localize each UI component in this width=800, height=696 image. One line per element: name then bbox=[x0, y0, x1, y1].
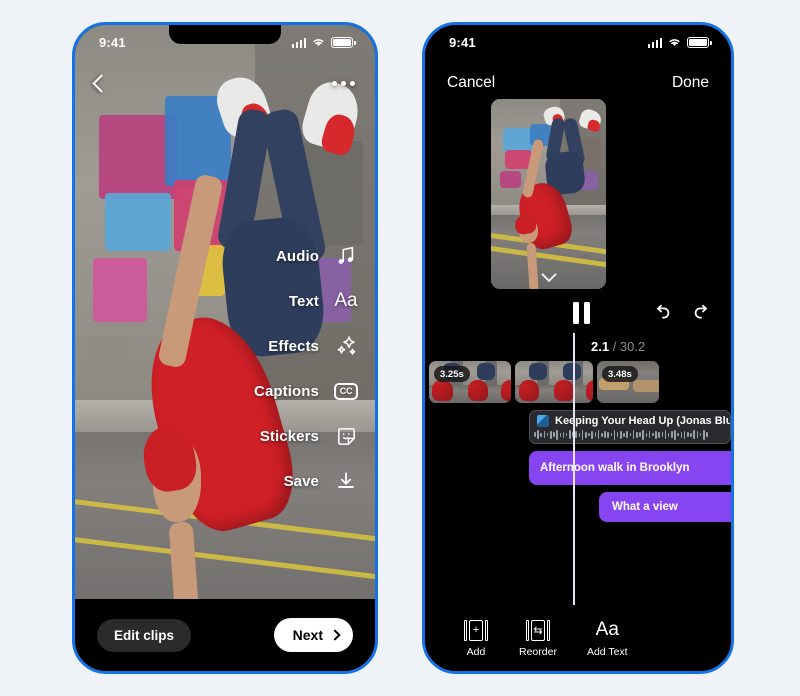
clips-track: 3.25s 3.48s bbox=[425, 361, 731, 403]
timeline-clip[interactable]: 3.25s bbox=[429, 361, 511, 403]
top-nav-left bbox=[75, 63, 375, 103]
reorder-clips-button[interactable]: ⇆ Reorder bbox=[519, 618, 557, 658]
bottom-bar-left: Edit clips Next bbox=[75, 599, 375, 671]
add-clip-icon: + bbox=[463, 618, 489, 642]
phone-right-timeline-editor: 9:41 Cancel Done 2.1 / 30.2 3.25s 3.48s … bbox=[422, 22, 734, 674]
chevron-left-icon[interactable] bbox=[92, 73, 111, 93]
history-controls bbox=[651, 302, 713, 324]
timeline-tracks: 3.25s 3.48s Keeping Your Head Up (Jonas … bbox=[425, 361, 731, 522]
tool-label: Add Text bbox=[586, 646, 628, 658]
audio-track[interactable]: Keeping Your Head Up (Jonas Blue bbox=[529, 410, 731, 444]
menu-item-text[interactable]: Text Aa bbox=[254, 288, 359, 314]
cc-text: CC bbox=[339, 386, 353, 396]
sticker-smiley-icon bbox=[333, 423, 359, 449]
editor-toolbar: + Add ⇆ Reorder Aa Add Text bbox=[425, 605, 731, 671]
status-time: 9:41 bbox=[99, 34, 126, 50]
menu-item-label: Stickers bbox=[259, 427, 319, 445]
wifi-icon bbox=[669, 39, 680, 47]
timeline-playhead[interactable] bbox=[573, 333, 575, 633]
menu-item-label: Effects bbox=[268, 337, 319, 355]
timeline-clip[interactable]: 3.48s bbox=[597, 361, 659, 403]
battery-icon bbox=[331, 36, 356, 48]
total-time: 30.2 bbox=[619, 339, 646, 354]
add-text-button[interactable]: Aa Add Text bbox=[587, 618, 628, 658]
timeline-clip[interactable] bbox=[515, 361, 593, 403]
tool-label: Reorder bbox=[519, 646, 557, 658]
download-arrow-icon bbox=[333, 468, 359, 494]
time-separator: / bbox=[609, 339, 620, 354]
album-art-icon bbox=[537, 415, 549, 427]
audio-track-title: Keeping Your Head Up (Jonas Blue bbox=[555, 415, 731, 427]
more-options-icon[interactable] bbox=[332, 80, 355, 86]
status-icons bbox=[647, 36, 712, 48]
phone-left-editor-menu: 9:41 Audio Text Aa Effects Captions CC S… bbox=[72, 22, 378, 674]
timecode-display: 2.1 / 30.2 bbox=[591, 339, 645, 354]
menu-item-effects[interactable]: Effects bbox=[254, 333, 359, 359]
sparkles-icon bbox=[333, 333, 359, 359]
status-time: 9:41 bbox=[449, 34, 476, 50]
next-button[interactable]: Next bbox=[273, 618, 353, 652]
editor-side-menu: Audio Text Aa Effects Captions CC Sticke… bbox=[254, 243, 359, 494]
done-button[interactable]: Done bbox=[672, 74, 709, 92]
chevron-right-icon bbox=[329, 629, 341, 641]
menu-item-label: Captions bbox=[254, 382, 319, 400]
add-clip-button[interactable]: + Add bbox=[463, 618, 489, 658]
cellular-bars-icon bbox=[291, 37, 306, 48]
menu-item-save[interactable]: Save bbox=[254, 468, 359, 494]
clip-duration-badge: 3.25s bbox=[434, 366, 470, 382]
cellular-bars-icon bbox=[647, 37, 662, 48]
text-layer-label: What a view bbox=[612, 501, 678, 513]
menu-item-label: Text bbox=[288, 292, 319, 310]
pause-icon[interactable] bbox=[573, 302, 590, 324]
menu-item-stickers[interactable]: Stickers bbox=[254, 423, 359, 449]
battery-icon bbox=[687, 36, 712, 48]
text-layer-track[interactable]: What a view bbox=[599, 492, 731, 522]
reorder-clips-icon: ⇆ bbox=[525, 618, 551, 642]
text-layer-label: Afternoon walk in Brooklyn bbox=[540, 462, 690, 474]
menu-item-captions[interactable]: Captions CC bbox=[254, 378, 359, 404]
current-time: 2.1 bbox=[591, 339, 610, 354]
device-notch bbox=[522, 25, 634, 44]
text-layer-track[interactable]: Afternoon walk in Brooklyn bbox=[529, 451, 731, 485]
add-text-icon: Aa bbox=[595, 619, 619, 640]
closed-captions-icon: CC bbox=[333, 378, 359, 404]
screenshot-stage: 9:41 Audio Text Aa Effects Captions CC S… bbox=[0, 0, 800, 696]
redo-arrow-icon[interactable] bbox=[691, 302, 713, 324]
clip-duration-badge: 3.48s bbox=[602, 366, 638, 382]
menu-item-label: Save bbox=[283, 472, 319, 490]
edit-clips-button[interactable]: Edit clips bbox=[97, 618, 192, 652]
music-note-icon bbox=[333, 243, 359, 269]
transport-controls bbox=[425, 297, 731, 329]
reorder-glyph: ⇆ bbox=[530, 619, 545, 641]
add-glyph: + bbox=[469, 619, 483, 641]
menu-item-label: Audio bbox=[276, 247, 319, 265]
tool-label: Add bbox=[466, 646, 486, 658]
undo-arrow-icon[interactable] bbox=[651, 302, 673, 324]
timeline-editor-screen: 9:41 Cancel Done 2.1 / 30.2 3.25s 3.48s … bbox=[425, 25, 731, 671]
wifi-icon bbox=[313, 39, 324, 47]
menu-item-audio[interactable]: Audio bbox=[254, 243, 359, 269]
audio-waveform bbox=[534, 429, 730, 440]
status-icons bbox=[291, 36, 356, 48]
editor-nav-bar: Cancel Done bbox=[425, 63, 731, 103]
next-button-label: Next bbox=[292, 627, 323, 643]
video-preview-right[interactable] bbox=[491, 99, 606, 289]
text-aa-icon: Aa bbox=[334, 290, 358, 311]
cancel-button[interactable]: Cancel bbox=[447, 74, 495, 92]
device-notch bbox=[169, 25, 281, 44]
